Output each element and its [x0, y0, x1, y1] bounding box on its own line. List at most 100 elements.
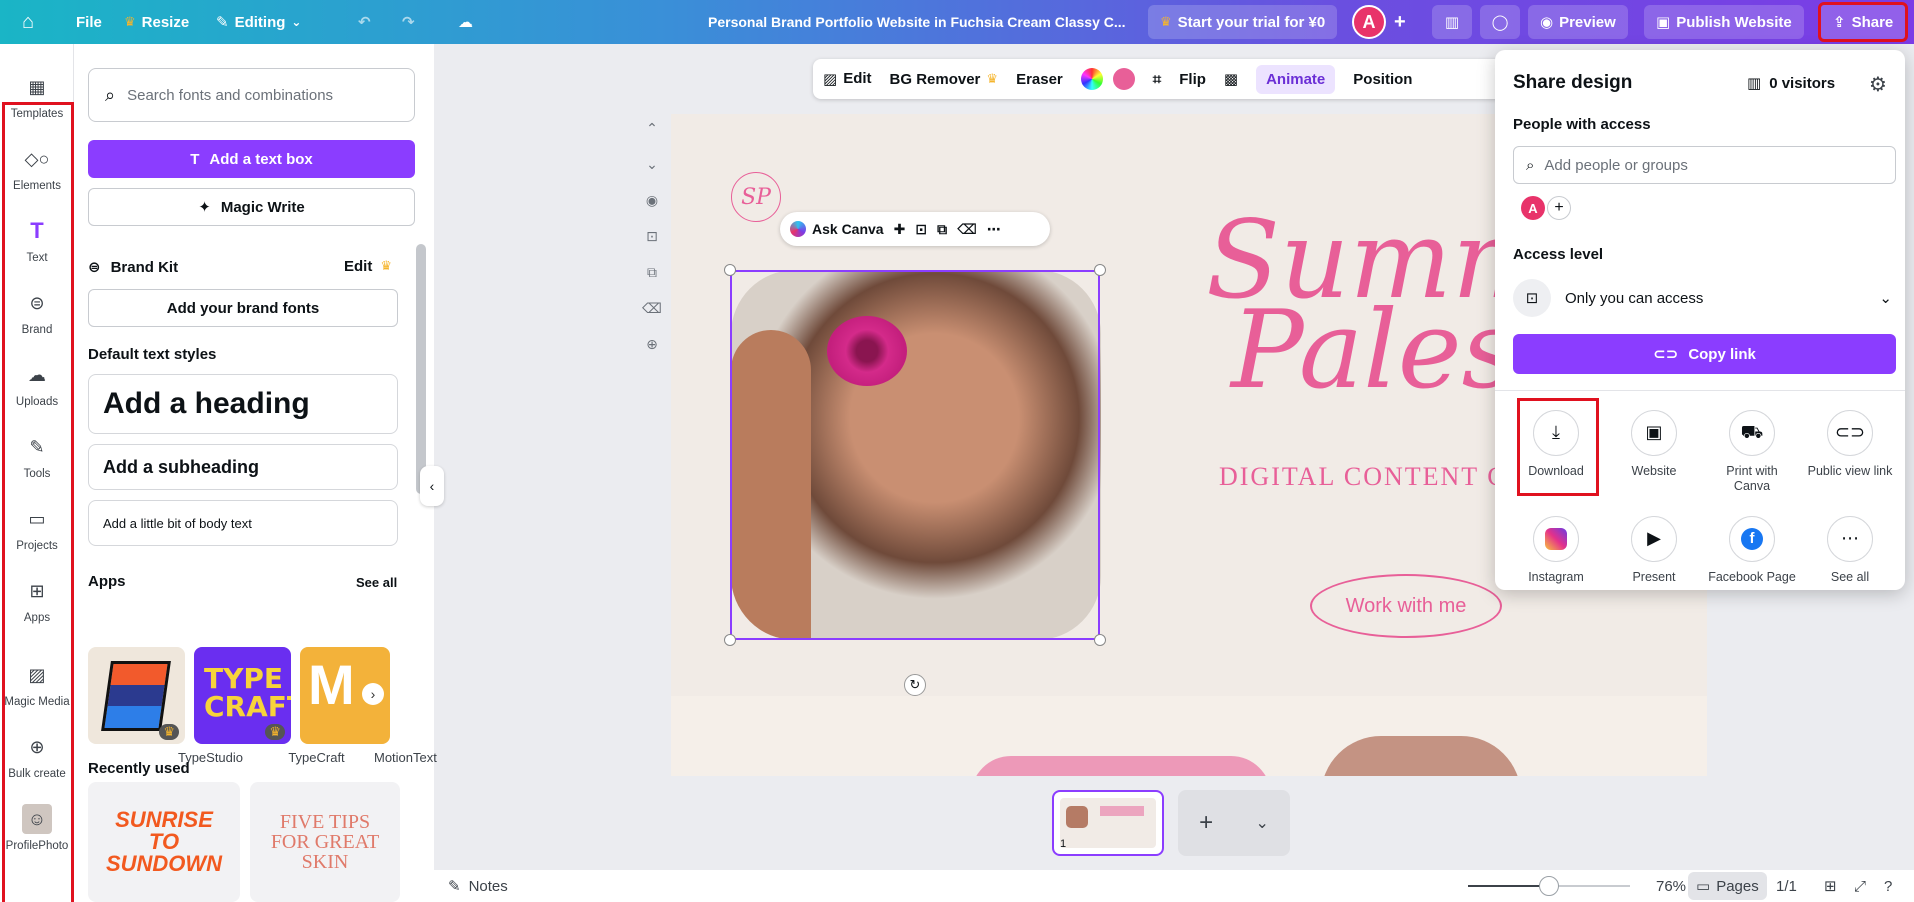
rail-magic-media[interactable]: ▨ Magic Media — [0, 660, 74, 709]
rail-brand[interactable]: ⊜ Brand — [0, 288, 74, 337]
add-collaborator-button[interactable]: + — [1547, 196, 1571, 220]
rail-tools[interactable]: ✎ Tools — [0, 432, 74, 481]
monogram-logo[interactable]: SP — [731, 172, 781, 222]
add-heading-card[interactable]: Add a heading — [88, 374, 398, 434]
share-option-print[interactable]: ⛟ Print with Canva — [1703, 410, 1801, 494]
comment-add-icon[interactable]: ✚ — [894, 221, 906, 238]
more-icon[interactable]: ⋯ — [987, 221, 1001, 238]
chevron-down-icon[interactable]: ⌄ — [640, 156, 664, 192]
pink-color-swatch[interactable] — [1112, 68, 1135, 90]
rotate-handle[interactable]: ↻ — [904, 674, 926, 696]
grid-view-icon[interactable]: ⊞ — [1824, 877, 1837, 895]
lock-icon[interactable]: ⊡ — [915, 221, 927, 238]
app-typecraft-tile[interactable]: TYPECRAFT ♛ — [194, 647, 291, 744]
rail-projects[interactable]: ▭ Projects — [0, 504, 74, 553]
bg-remover-button[interactable]: BG Remover ♛ — [890, 71, 999, 88]
resize-handle-tl[interactable] — [724, 264, 736, 276]
undo-button[interactable]: ↶ — [358, 0, 371, 44]
redo-button[interactable]: ↷ — [402, 0, 415, 44]
lock-icon[interactable]: ⊡ — [640, 228, 664, 264]
resize-button[interactable]: ♛ Resize — [124, 0, 189, 44]
share-option-present[interactable]: ▶ Present — [1605, 516, 1703, 585]
chevron-down-icon[interactable]: ⌄ — [1255, 813, 1268, 833]
preview-button[interactable]: ◉ Preview — [1528, 5, 1628, 39]
share-option-download[interactable]: ⤓ Download — [1507, 410, 1605, 479]
rail-apps[interactable]: ⊞ Apps — [0, 576, 74, 625]
add-brand-fonts-button[interactable]: Add your brand fonts — [88, 289, 398, 327]
fullscreen-icon[interactable]: ⤢ — [1854, 878, 1866, 895]
font-search-input[interactable]: ⌕ Search fonts and combinations — [88, 68, 415, 122]
magic-write-button[interactable]: ✦ Magic Write — [88, 188, 415, 226]
rail-templates[interactable]: ▦ Templates — [0, 72, 74, 121]
share-option-see-all[interactable]: ⋯ See all — [1801, 516, 1899, 585]
user-avatar[interactable]: A — [1352, 0, 1386, 44]
share-settings-button[interactable]: ⚙ — [1869, 72, 1887, 97]
add-page-icon[interactable]: ⊕ — [640, 336, 664, 372]
trash-icon[interactable]: ⌫ — [957, 221, 977, 238]
file-menu[interactable]: File — [76, 0, 102, 44]
animate-button[interactable]: Animate — [1256, 64, 1336, 94]
flip-button[interactable]: Flip — [1179, 71, 1206, 88]
add-page-button[interactable]: + — [1199, 809, 1213, 837]
share-button[interactable]: ⇪ Share — [1818, 2, 1909, 42]
access-level-dropdown[interactable]: ⊡ Only you can access ⌄ — [1513, 276, 1896, 320]
zoom-slider[interactable] — [1468, 876, 1630, 896]
trial-button[interactable]: ♛ Start your trial for ¥0 — [1148, 5, 1338, 39]
subtitle-text[interactable]: DIGITAL CONTENT CR — [1219, 462, 1526, 492]
rail-uploads[interactable]: ☁ Uploads — [0, 360, 74, 409]
duplicate-icon[interactable]: ⧉ — [640, 264, 664, 300]
position-button[interactable]: Position — [1353, 71, 1412, 88]
transparency-icon[interactable]: ▩ — [1224, 70, 1238, 88]
share-option-website[interactable]: ▣ Website — [1605, 410, 1703, 479]
publish-website-button[interactable]: ▣ Publish Website — [1644, 5, 1804, 39]
insights-button[interactable]: ▥ — [1432, 5, 1472, 39]
panel-scrollbar[interactable] — [416, 244, 426, 494]
copy-link-button[interactable]: ⊂⊃ Copy link — [1513, 334, 1896, 374]
portrait-photo[interactable] — [731, 270, 1101, 640]
notes-button[interactable]: ✎ Notes — [448, 877, 508, 896]
add-collaborator-button[interactable]: + — [1394, 0, 1406, 44]
add-subheading-card[interactable]: Add a subheading — [88, 444, 398, 490]
apps-see-all-link[interactable]: See all — [356, 575, 397, 590]
add-body-text-card[interactable]: Add a little bit of body text — [88, 500, 398, 546]
share-option-facebook[interactable]: f Facebook Page — [1703, 516, 1801, 585]
ask-canva-button[interactable]: Ask Canva — [790, 221, 884, 237]
color-wheel-button[interactable] — [1080, 68, 1103, 90]
help-icon[interactable]: ? — [1884, 878, 1892, 895]
visitors-insights[interactable]: ▥ 0 visitors — [1747, 74, 1835, 93]
chevron-up-icon[interactable]: ⌃ — [640, 120, 664, 156]
hide-eye-icon[interactable]: ◉ — [640, 192, 664, 228]
resize-handle-br[interactable] — [1094, 634, 1106, 646]
collapse-panel-button[interactable]: ‹ — [420, 466, 444, 506]
crop-icon[interactable]: ⌗ — [1153, 71, 1161, 88]
duplicate-icon[interactable]: ⧉ — [937, 221, 947, 238]
edit-image-button[interactable]: ▨ Edit — [823, 70, 872, 88]
collaborator-avatar[interactable]: A — [1521, 196, 1545, 220]
zoom-level[interactable]: 76% — [1656, 878, 1686, 895]
resize-handle-bl[interactable] — [724, 634, 736, 646]
cloud-saved-button[interactable]: ☁ — [458, 0, 473, 44]
work-with-me-button[interactable]: Work with me — [1310, 574, 1502, 638]
eraser-button[interactable]: Eraser — [1016, 71, 1063, 88]
add-people-input[interactable]: ⌕ Add people or groups — [1513, 146, 1896, 184]
rail-profile-photo[interactable]: ☺ ProfilePhoto — [0, 804, 74, 852]
zoom-slider-knob[interactable] — [1539, 876, 1559, 896]
app-motiontext-tile[interactable]: M › — [300, 647, 390, 744]
page-thumbnail[interactable]: 1 — [1052, 790, 1164, 856]
add-text-box-button[interactable]: T Add a text box — [88, 140, 415, 178]
trash-icon[interactable]: ⌫ — [640, 300, 664, 336]
app-typestudio-tile[interactable]: ♛ — [88, 647, 185, 744]
recent-item-2[interactable]: FIVE TIPS FOR GREAT SKIN — [250, 782, 400, 902]
rail-text[interactable]: T Text — [0, 216, 74, 264]
rail-elements[interactable]: ◇○ Elements — [0, 144, 74, 193]
comments-button[interactable]: ◯ — [1480, 5, 1520, 39]
carousel-next-button[interactable]: › — [362, 683, 384, 705]
recent-item-1[interactable]: SUNRISE TO SUNDOWN — [88, 782, 240, 902]
editing-mode-button[interactable]: ✎ Editing ⌄ — [216, 0, 301, 44]
resize-handle-tr[interactable] — [1094, 264, 1106, 276]
document-title[interactable]: Personal Brand Portfolio Website in Fuch… — [708, 0, 1126, 44]
share-option-instagram[interactable]: Instagram — [1507, 516, 1605, 585]
brand-kit-edit-link[interactable]: Edit ♛ — [344, 258, 392, 275]
rail-bulk-create[interactable]: ⊕ Bulk create — [0, 732, 74, 781]
share-option-public-link[interactable]: ⊂⊃ Public view link — [1801, 410, 1899, 479]
